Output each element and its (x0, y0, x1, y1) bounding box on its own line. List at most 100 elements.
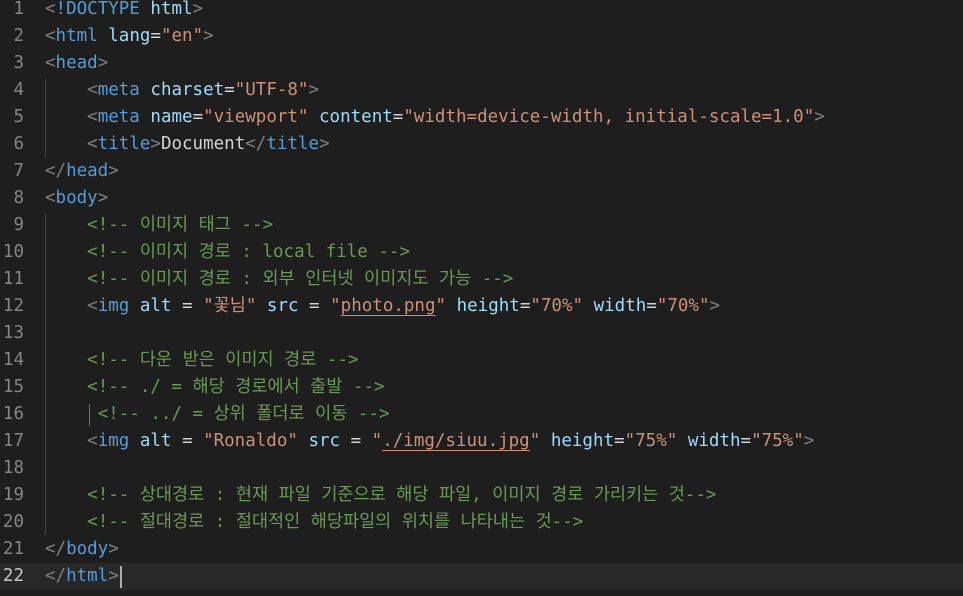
token-text: Document (160, 134, 246, 154)
code-text: <img alt = "꽃님" src = "photo.png" height… (45, 293, 720, 320)
token-tag: head (66, 161, 109, 181)
code-text: <html lang="en"> (45, 23, 214, 50)
code-line[interactable]: 18 (0, 455, 963, 482)
token-attr: width (687, 431, 741, 451)
token-str: "UTF-8" (234, 80, 309, 100)
code-line[interactable]: 2 <html lang="en"> (0, 23, 963, 50)
code-line[interactable]: 22 </html> (0, 563, 963, 590)
token-punct: > (192, 0, 204, 19)
code-line[interactable]: 15 <!-- ./ = 해당 경로에서 출발 --> (0, 374, 963, 401)
token-punct: > (108, 539, 119, 559)
code-line[interactable]: 1 <!DOCTYPE html> (0, 0, 963, 23)
line-number: 12 (2, 296, 24, 316)
line-number: 15 (2, 377, 24, 397)
line-number: 14 (2, 350, 24, 370)
code-line[interactable]: 11 <!-- 이미지 경로 : 외부 인터넷 이미지도 가능 --> (0, 266, 963, 293)
token-text: = (192, 107, 204, 127)
code-text: <!-- 이미지 태그 --> (45, 212, 273, 239)
code-line[interactable]: 5 <meta name="viewport" content="width=d… (0, 104, 963, 131)
code-editor[interactable]: 1 <!DOCTYPE html> 2 <html lang="en"> 3 <head>… (0, 0, 963, 596)
line-number: 8 (13, 188, 24, 208)
token-str: " (529, 431, 541, 451)
token-tag: html (66, 566, 109, 586)
code-line[interactable]: 21 </body> (0, 536, 963, 563)
token-attr: width (593, 296, 647, 316)
line-number: 17 (2, 431, 24, 451)
token-punct: > (319, 134, 330, 154)
line-number: 2 (13, 26, 24, 46)
token-text: = (392, 107, 404, 127)
token-punct: </ (45, 161, 67, 181)
code-text: <!DOCTYPE html> (45, 0, 203, 23)
code-line[interactable]: 17 <img alt = "Ronaldo" src = "./img/siu… (0, 428, 963, 455)
token-punct: > (108, 161, 119, 181)
code-line[interactable]: 10 <!-- 이미지 경로 : local file --> (0, 239, 963, 266)
code-line[interactable]: 7 </head> (0, 158, 963, 185)
code-line[interactable]: 3 <head> (0, 50, 963, 77)
code-text: <!-- 이미지 경로 : 외부 인터넷 이미지도 가능 --> (45, 266, 513, 293)
token-attr: alt (139, 296, 172, 316)
code-line[interactable]: 14 <!-- 다운 받은 이미지 경로 --> (0, 347, 963, 374)
token-punct: < (45, 53, 56, 73)
token-attr: height (550, 431, 615, 451)
code-line[interactable]: 12 <img alt = "꽃님" src = "photo.png" hei… (0, 293, 963, 320)
token-tag: html (55, 26, 98, 46)
code-text: <title>Document</title> (45, 131, 330, 158)
line-number: 11 (2, 269, 24, 289)
token-str: "꽃님" (203, 296, 257, 316)
token-comment: <!-- 이미지 경로 : local file --> (87, 242, 410, 262)
token-comment: <!-- 절대경로 : 절대적인 해당파일의 위치를 나타내는 것--> (87, 512, 584, 532)
token-text: = (171, 296, 204, 316)
token-str: " (371, 431, 383, 451)
code-line[interactable]: 6 <title>Document</title> (0, 131, 963, 158)
token-attr: lang (108, 26, 151, 46)
code-text: <meta name="viewport" content="width=dev… (45, 104, 825, 131)
line-number: 4 (13, 80, 24, 100)
token-punct: > (814, 107, 825, 127)
code-line[interactable]: 4 <meta charset="UTF-8"> (0, 77, 963, 104)
token-tag: meta (97, 107, 140, 127)
code-text: </body> (45, 536, 119, 563)
code-line[interactable]: 19 <!-- 상대경로 : 현재 파일 기준으로 해당 파일, 이미지 경로 … (0, 482, 963, 509)
code-text: <!-- 상대경로 : 현재 파일 기준으로 해당 파일, 이미지 경로 가리키… (45, 482, 716, 509)
code-line[interactable]: 9 <!-- 이미지 태그 --> (0, 212, 963, 239)
token-text: = (519, 296, 531, 316)
token-punct: < (45, 188, 56, 208)
token-text: = (646, 296, 657, 316)
path-link[interactable]: photo.png (341, 296, 436, 316)
code-line[interactable]: 13 (0, 320, 963, 347)
code-line[interactable]: 16 <!-- ../ = 상위 폴더로 이동 --> (0, 401, 963, 428)
token-punct: < (87, 107, 98, 127)
line-number: 18 (2, 458, 24, 478)
path-link[interactable]: ./img/siuu.jpg (382, 431, 530, 451)
token-str: "70%" (530, 296, 584, 316)
token-punct: < (45, 26, 56, 46)
token-tag: meta (97, 80, 140, 100)
token-tag: body (66, 539, 109, 559)
code-line[interactable]: 20 <!-- 절대경로 : 절대적인 해당파일의 위치를 나타내는 것--> (0, 509, 963, 536)
code-line[interactable]: 8 <body> (0, 185, 963, 212)
token-comment: <!-- 상대경로 : 현재 파일 기준으로 해당 파일, 이미지 경로 가리키… (87, 485, 717, 505)
token-str: "en" (160, 26, 204, 46)
token-punct: > (97, 188, 109, 208)
line-number: 3 (13, 53, 24, 73)
token-comment: <!-- 이미지 경로 : 외부 인터넷 이미지도 가능 --> (87, 269, 514, 289)
token-text: = (171, 431, 204, 451)
line-number: 16 (2, 404, 24, 424)
token-str: " (330, 296, 341, 316)
line-number: 5 (13, 107, 24, 127)
token-punct: </ (45, 566, 67, 586)
token-text: = (740, 431, 752, 451)
